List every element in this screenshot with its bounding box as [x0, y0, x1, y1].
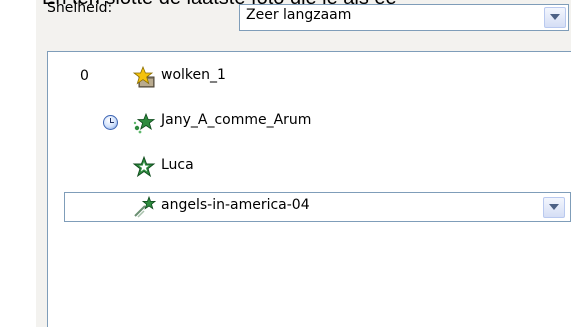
chevron-down-icon[interactable] — [544, 7, 566, 28]
item-list[interactable]: 0 wolken_1 Jany_A_comme_Arum Luca angels… — [47, 51, 571, 327]
list-item[interactable]: 0 wolken_1 — [48, 62, 571, 92]
left-strip — [0, 0, 36, 327]
sparkle-star-icon — [133, 112, 156, 134]
speed-dropdown-value: Zeer langzaam — [246, 7, 352, 23]
green-star-icon — [132, 155, 156, 178]
list-item[interactable]: Luca — [48, 152, 571, 182]
list-item-number: 0 — [80, 68, 89, 84]
speed-label: Snelheid: — [47, 0, 113, 16]
clock-icon — [103, 115, 118, 130]
shooting-star-icon — [134, 195, 156, 218]
list-item[interactable]: Jany_A_comme_Arum — [48, 107, 571, 137]
list-item-label: angels-in-america-04 — [161, 197, 310, 213]
list-item-label: Jany_A_comme_Arum — [161, 112, 312, 128]
list-item-label: Luca — [161, 157, 194, 173]
list-item-selected[interactable]: angels-in-america-04 — [48, 192, 571, 222]
folder-star-icon — [132, 65, 155, 88]
list-item-label: wolken_1 — [161, 67, 226, 83]
chevron-down-icon[interactable] — [543, 197, 565, 218]
window: En ten slotte de laatste foto die je als… — [0, 0, 571, 327]
speed-dropdown[interactable]: Zeer langzaam — [239, 4, 569, 31]
